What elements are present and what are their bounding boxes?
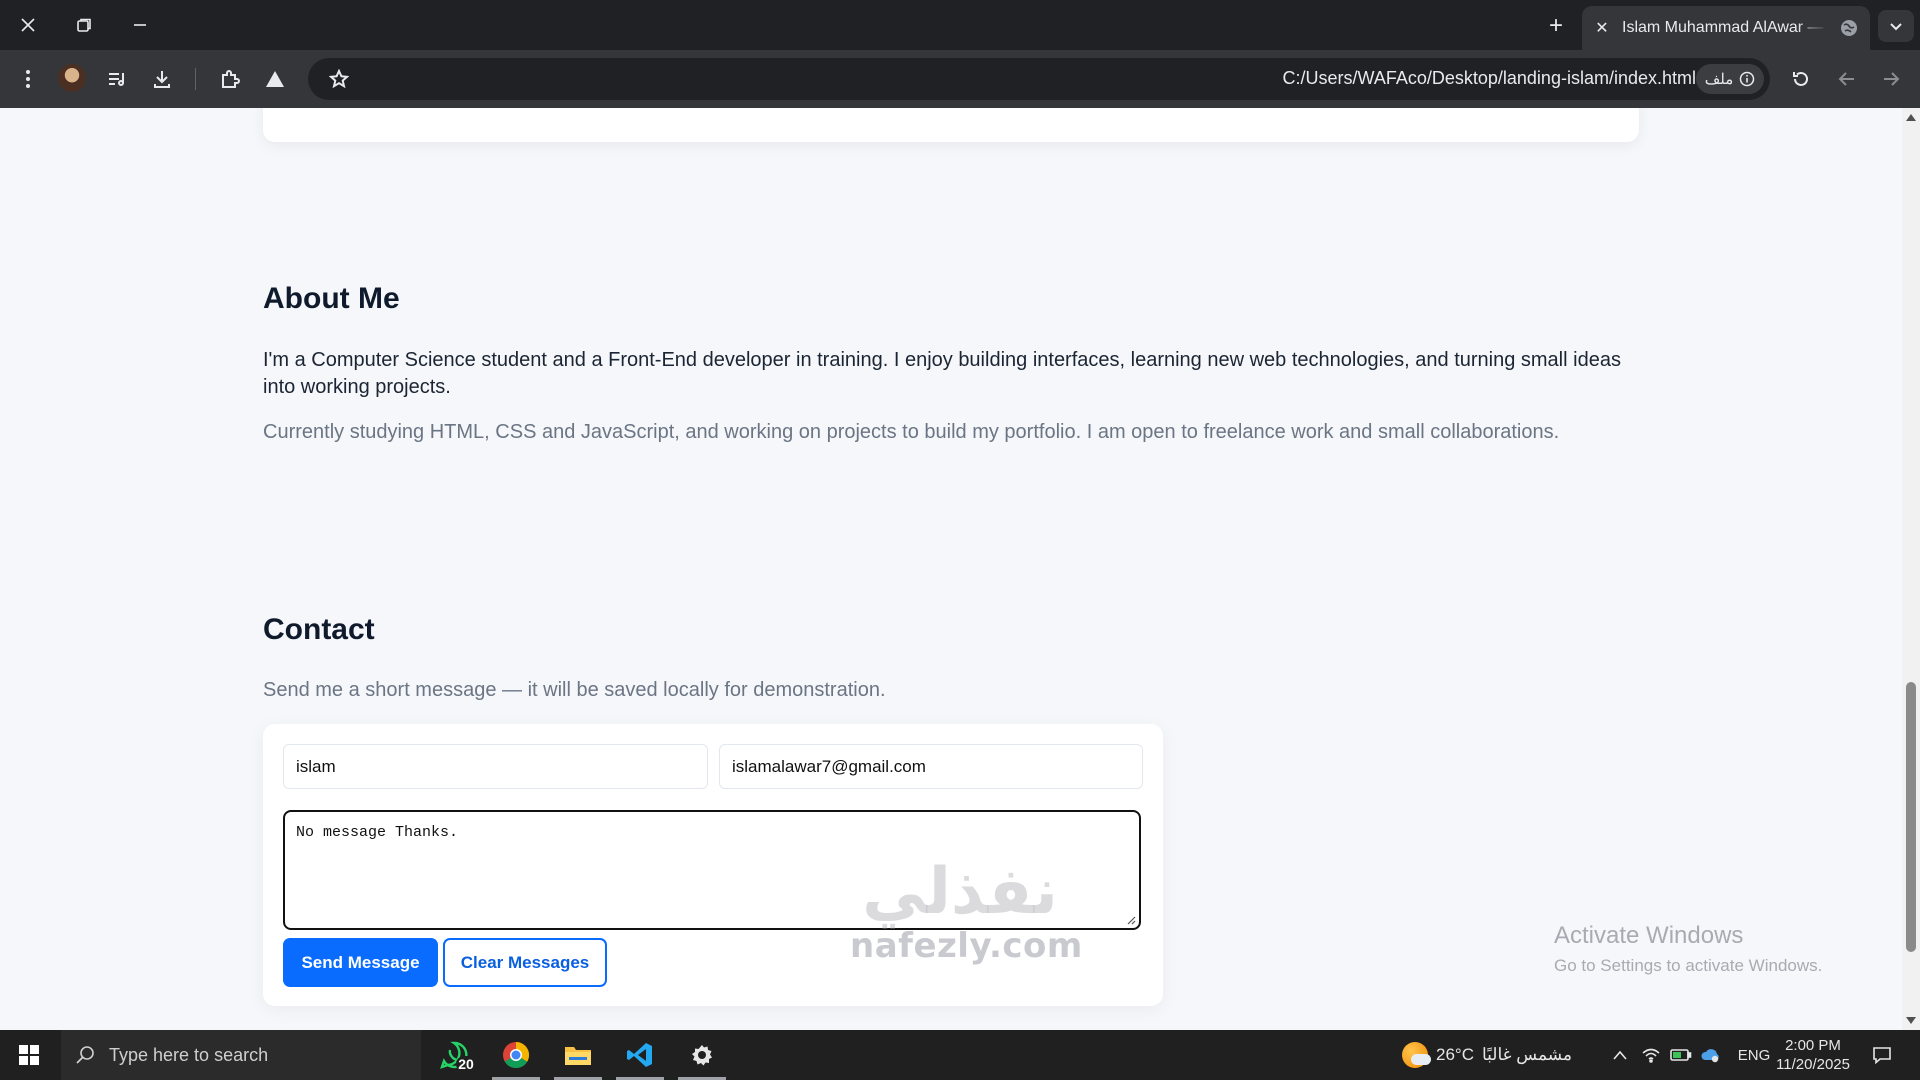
network-tray-icon[interactable] bbox=[1638, 1030, 1664, 1080]
battery-charging-icon bbox=[1670, 1049, 1692, 1061]
notification-icon bbox=[1873, 1047, 1891, 1064]
watermark-arabic: نفذلي bbox=[862, 855, 1058, 929]
triangle-extension-icon bbox=[266, 71, 284, 87]
puzzle-icon bbox=[222, 70, 240, 88]
profile-avatar[interactable] bbox=[58, 64, 86, 92]
window-restore-button[interactable] bbox=[56, 0, 112, 50]
extension-pinned-button[interactable] bbox=[260, 64, 290, 94]
notification-center-button[interactable] bbox=[1862, 1030, 1902, 1080]
weather-temperature: 26°C bbox=[1436, 1045, 1474, 1064]
activate-windows-notice: Activate Windows Go to Settings to activ… bbox=[1554, 922, 1822, 976]
watermark-url: nafezly.com bbox=[850, 926, 1083, 966]
page-scrollbar[interactable] bbox=[1902, 108, 1920, 1030]
download-icon bbox=[154, 71, 170, 88]
partly-sunny-icon bbox=[1402, 1042, 1431, 1068]
taskbar-file-explorer[interactable] bbox=[548, 1030, 608, 1080]
cloud-sync-icon bbox=[1701, 1049, 1719, 1063]
toolbar-divider bbox=[195, 68, 196, 90]
send-message-button[interactable]: Send Message bbox=[283, 938, 438, 987]
site-info-label: ملف bbox=[1704, 71, 1734, 88]
tab-search-button[interactable] bbox=[1878, 10, 1914, 42]
taskbar-search[interactable]: Type here to search bbox=[61, 1030, 421, 1080]
reading-list-button[interactable] bbox=[102, 64, 132, 94]
reload-icon bbox=[1793, 71, 1808, 86]
whatsapp-badge: 20 bbox=[456, 1056, 476, 1072]
tab-active[interactable]: ✕ Islam Muhammad AlAwar — Fr bbox=[1582, 6, 1870, 50]
reload-button[interactable] bbox=[1786, 64, 1816, 94]
contact-subtitle: Send me a short message — it will be sav… bbox=[263, 679, 886, 701]
wifi-icon bbox=[1642, 1048, 1660, 1063]
activate-windows-title: Activate Windows bbox=[1554, 922, 1744, 949]
nafezly-watermark: نفذلي nafezly.com bbox=[850, 855, 1083, 966]
window-minimize-button[interactable] bbox=[112, 0, 168, 50]
restore-icon bbox=[77, 18, 91, 32]
search-icon bbox=[76, 1046, 94, 1064]
clear-messages-button[interactable]: Clear Messages bbox=[443, 938, 607, 987]
input-language[interactable]: ENG bbox=[1734, 1030, 1774, 1080]
file-explorer-icon bbox=[565, 1047, 591, 1065]
onedrive-tray-icon[interactable] bbox=[1698, 1030, 1724, 1080]
arrow-right-icon bbox=[1884, 72, 1900, 86]
extensions-button[interactable] bbox=[215, 64, 245, 94]
settings-icon bbox=[692, 1045, 712, 1066]
scroll-down-arrow-icon[interactable] bbox=[1906, 1017, 1916, 1024]
browser-menu-button[interactable] bbox=[13, 64, 43, 94]
tab-strip: + ✕ Islam Muhammad AlAwar — Fr bbox=[0, 0, 1920, 50]
globe-icon bbox=[1841, 20, 1857, 36]
close-icon bbox=[21, 18, 35, 32]
chrome-icon bbox=[503, 1041, 530, 1069]
taskbar-whatsapp[interactable]: 20 bbox=[424, 1030, 484, 1080]
battery-tray-icon[interactable] bbox=[1668, 1030, 1694, 1080]
weather-widget[interactable]: 26°C مشمس غالبًا bbox=[1402, 1030, 1572, 1080]
email-input[interactable]: islamalawar7@gmail.com bbox=[719, 744, 1143, 789]
about-paragraph: I'm a Computer Science student and a Fro… bbox=[263, 349, 1621, 398]
taskbar-vscode[interactable] bbox=[610, 1030, 670, 1080]
back-button[interactable] bbox=[1832, 64, 1862, 94]
chevron-down-icon bbox=[1890, 23, 1902, 31]
media-controls-icon bbox=[109, 73, 124, 86]
resize-grip-icon[interactable] bbox=[1126, 915, 1136, 925]
info-icon bbox=[1740, 71, 1755, 87]
vscode-icon bbox=[627, 1043, 652, 1067]
forward-button[interactable] bbox=[1876, 64, 1906, 94]
kebab-menu-icon bbox=[26, 70, 30, 88]
minimize-icon bbox=[134, 24, 146, 26]
weather-description: مشمس غالبًا bbox=[1481, 1045, 1573, 1064]
message-text: No message Thanks. bbox=[296, 824, 459, 841]
taskbar-chrome[interactable] bbox=[486, 1030, 546, 1080]
clock-date: 11/20/2025 bbox=[1776, 1056, 1850, 1073]
windows-taskbar: Type here to search 20 26°C مشمس غالبًا … bbox=[0, 1030, 1920, 1080]
bookmark-button[interactable] bbox=[324, 64, 354, 94]
new-tab-button[interactable]: + bbox=[1538, 12, 1574, 40]
window-close-button[interactable] bbox=[0, 0, 56, 50]
arrow-left-icon bbox=[1838, 72, 1854, 86]
about-muted-text: Currently studying HTML, CSS and JavaScr… bbox=[263, 421, 1560, 443]
previous-section-card bbox=[263, 108, 1639, 142]
clock-time: 2:00 PM bbox=[1785, 1037, 1841, 1054]
show-hidden-icons-button[interactable] bbox=[1608, 1030, 1632, 1080]
scrollbar-thumb[interactable] bbox=[1906, 682, 1916, 952]
contact-heading: Contact bbox=[263, 613, 375, 646]
tab-close-icon[interactable]: ✕ bbox=[1594, 18, 1610, 38]
taskbar-clock[interactable]: 2:00 PM 11/20/2025 bbox=[1770, 1030, 1856, 1080]
name-input[interactable]: islam bbox=[283, 744, 708, 789]
downloads-button[interactable] bbox=[147, 64, 177, 94]
scroll-up-arrow-icon[interactable] bbox=[1906, 114, 1916, 121]
chevron-up-icon bbox=[1613, 1050, 1627, 1060]
star-icon bbox=[329, 69, 349, 89]
windows-logo-icon bbox=[19, 1045, 39, 1065]
taskbar-settings[interactable] bbox=[672, 1030, 732, 1080]
start-button[interactable] bbox=[0, 1030, 58, 1080]
about-heading: About Me bbox=[263, 282, 400, 315]
activate-windows-subtitle: Go to Settings to activate Windows. bbox=[1554, 956, 1823, 975]
tab-title: Islam Muhammad AlAwar — Fr bbox=[1622, 19, 1828, 36]
url-text[interactable]: C:/Users/WAFAco/Desktop/landing-islam/in… bbox=[1283, 68, 1696, 89]
site-info-chip[interactable]: ملف bbox=[1696, 64, 1764, 94]
search-placeholder: Type here to search bbox=[109, 1044, 269, 1065]
